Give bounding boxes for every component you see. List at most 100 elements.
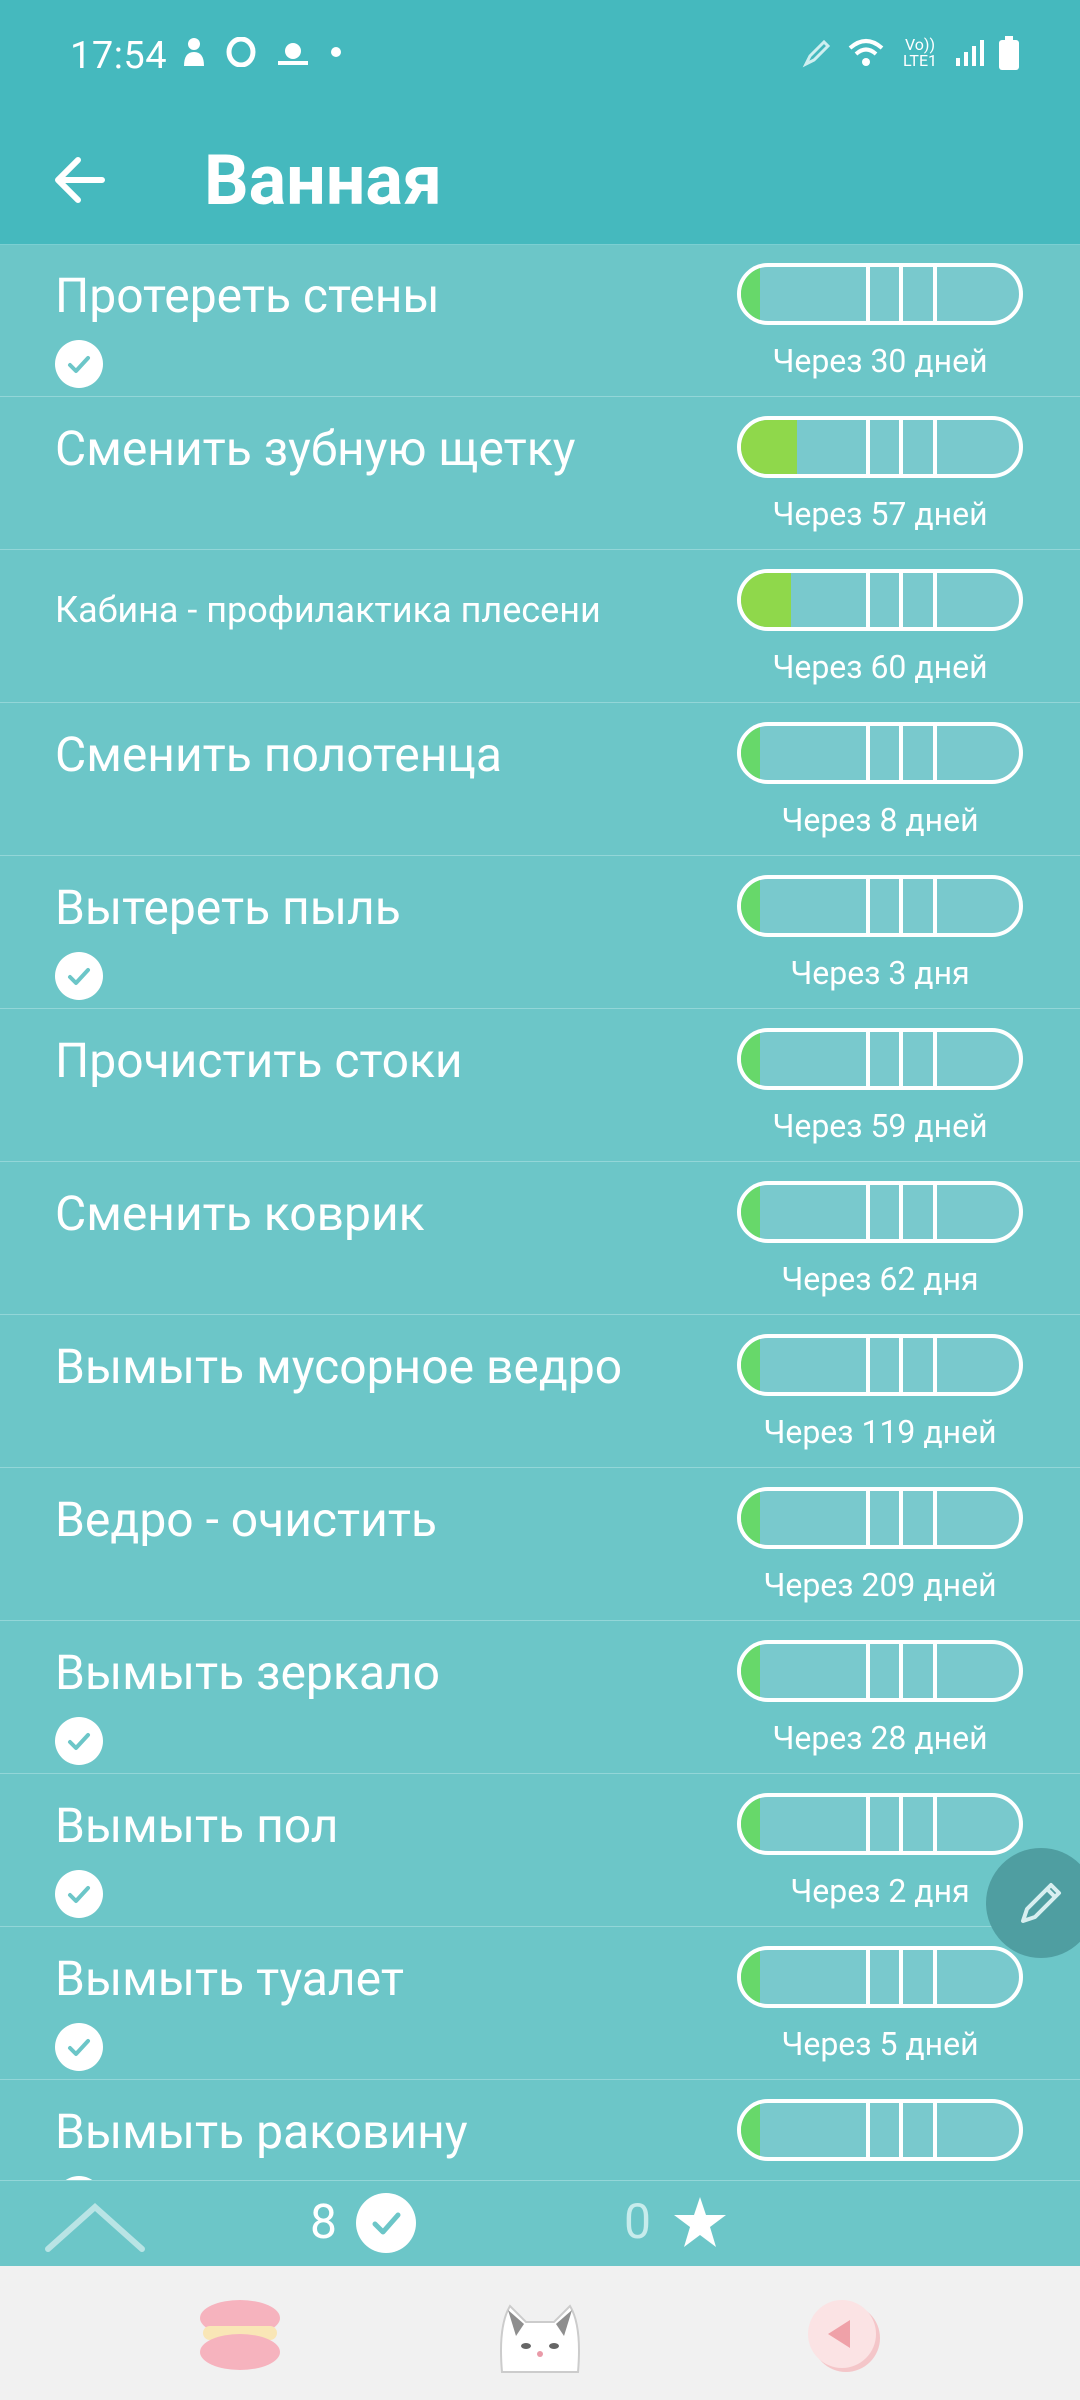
progress-bar[interactable]: [737, 2099, 1023, 2161]
task-due-label: Через 62 дня: [781, 1260, 979, 1298]
collapse-button[interactable]: [40, 2189, 150, 2259]
progress-bar[interactable]: [737, 416, 1023, 478]
progress-separator: [866, 1950, 871, 2004]
progress-separator: [932, 420, 937, 474]
progress-fill: [741, 726, 761, 780]
app-bar: Ванная: [0, 118, 1080, 245]
progress-separator: [866, 1491, 871, 1545]
progress-fill: [741, 1950, 761, 2004]
person-icon: [184, 38, 204, 66]
nav-cat-button[interactable]: [480, 2286, 600, 2386]
status-bar: 17:54 Vo)) LTE1: [0, 0, 1080, 118]
task-row[interactable]: Вытереть пыль Через 3 дня: [0, 856, 1080, 1009]
task-row[interactable]: Сменить коврик Через 62 дня: [0, 1162, 1080, 1315]
nav-macaron-button[interactable]: [180, 2286, 300, 2386]
task-title: Вымыть зеркало: [55, 1644, 441, 1701]
wifi-icon: [848, 39, 884, 66]
check-icon[interactable]: [55, 1870, 103, 1918]
progress-separator: [866, 1644, 871, 1698]
progress-fill: [741, 420, 797, 474]
cat-icon: [500, 2304, 580, 2373]
progress-separator: [899, 879, 904, 933]
progress-separator: [866, 2103, 871, 2157]
progress-fill: [741, 879, 761, 933]
task-row[interactable]: Вымыть пол Через 2 дня: [0, 1774, 1080, 1927]
task-row[interactable]: Вымыть туалет Через 5 дней: [0, 1927, 1080, 2080]
star-icon: [668, 2191, 732, 2255]
progress-separator: [866, 1338, 871, 1392]
progress-separator: [932, 2103, 937, 2157]
check-icon[interactable]: [55, 952, 103, 1000]
task-due-label: Через 8 дней: [781, 801, 979, 839]
progress-bar[interactable]: [737, 263, 1023, 325]
progress-bar[interactable]: [737, 1793, 1023, 1855]
status-left-icons: [180, 36, 342, 68]
task-row[interactable]: Вымыть зеркало Через 28 дней: [0, 1621, 1080, 1774]
summary-bar: 8 0: [0, 2180, 1080, 2267]
progress-fill: [741, 267, 761, 321]
macaron-icon: [200, 2300, 280, 2370]
signal-icon: [956, 40, 984, 66]
status-time: 17:54: [70, 34, 168, 78]
progress-separator: [866, 573, 871, 627]
arrow-left-icon: [55, 157, 105, 203]
check-icon[interactable]: [55, 2023, 103, 2071]
progress-bar[interactable]: [737, 875, 1023, 937]
page-title: Ванная: [204, 140, 442, 222]
progress-separator: [899, 1797, 904, 1851]
task-due-label: Через 59 дней: [772, 1107, 988, 1145]
task-title: Протереть стены: [55, 267, 440, 324]
task-row[interactable]: Протереть стены Через 30 дней: [0, 244, 1080, 397]
task-row[interactable]: Ведро - очистить Через 209 дней: [0, 1468, 1080, 1621]
bottom-nav: [0, 2266, 1080, 2400]
nav-play-back-button[interactable]: [784, 2286, 904, 2386]
progress-separator: [899, 1032, 904, 1086]
task-due-label: Через 30 дней: [772, 342, 988, 380]
back-button[interactable]: [40, 140, 120, 220]
progress-fill: [741, 2103, 761, 2157]
progress-separator: [899, 267, 904, 321]
progress-bar[interactable]: [737, 722, 1023, 784]
task-title: Прочистить стоки: [55, 1032, 463, 1089]
pencil-icon: [1021, 1883, 1061, 1923]
task-row[interactable]: Вымыть раковинуЧерез 7 дней: [0, 2080, 1080, 2180]
weather-icon: [278, 43, 308, 65]
progress-bar[interactable]: [737, 1487, 1023, 1549]
task-due-label: Через 209 дней: [763, 1566, 997, 1604]
progress-separator: [866, 1185, 871, 1239]
task-row[interactable]: Кабина - профилактика плесени Через 60 дн…: [0, 550, 1080, 703]
progress-separator: [932, 1032, 937, 1086]
task-title: Ведро - очистить: [55, 1491, 437, 1548]
check-circle-icon: [356, 2193, 416, 2253]
progress-bar[interactable]: [737, 1334, 1023, 1396]
play-back-icon: [808, 2300, 880, 2372]
progress-separator: [932, 726, 937, 780]
check-icon[interactable]: [55, 340, 103, 388]
task-title: Вытереть пыль: [55, 879, 401, 936]
task-row[interactable]: Прочистить стоки Через 59 дней: [0, 1009, 1080, 1162]
progress-separator: [866, 1797, 871, 1851]
progress-separator: [866, 879, 871, 933]
progress-bar[interactable]: [737, 569, 1023, 631]
task-row[interactable]: Сменить полотенца Через 8 дней: [0, 703, 1080, 856]
progress-separator: [866, 1032, 871, 1086]
task-row[interactable]: Сменить зубную щетку Через 57 дней: [0, 397, 1080, 550]
task-list[interactable]: Протереть стены Через 30 дней Сменить зубн…: [0, 244, 1080, 2180]
progress-fill: [741, 1338, 761, 1392]
status-right-icons: Vo)) LTE1: [802, 36, 1020, 70]
task-title: Вымыть пол: [55, 1797, 339, 1854]
task-row[interactable]: Вымыть мусорное ведро Через 119 дней: [0, 1315, 1080, 1468]
progress-fill: [741, 1797, 761, 1851]
battery-icon: [999, 36, 1019, 70]
progress-separator: [932, 1797, 937, 1851]
progress-separator: [932, 267, 937, 321]
progress-separator: [899, 1950, 904, 2004]
progress-bar[interactable]: [737, 1028, 1023, 1090]
progress-separator: [866, 267, 871, 321]
check-icon[interactable]: [55, 1717, 103, 1765]
progress-bar[interactable]: [737, 1946, 1023, 2008]
progress-separator: [899, 1644, 904, 1698]
progress-bar[interactable]: [737, 1640, 1023, 1702]
done-count: 8: [310, 2193, 337, 2250]
progress-bar[interactable]: [737, 1181, 1023, 1243]
